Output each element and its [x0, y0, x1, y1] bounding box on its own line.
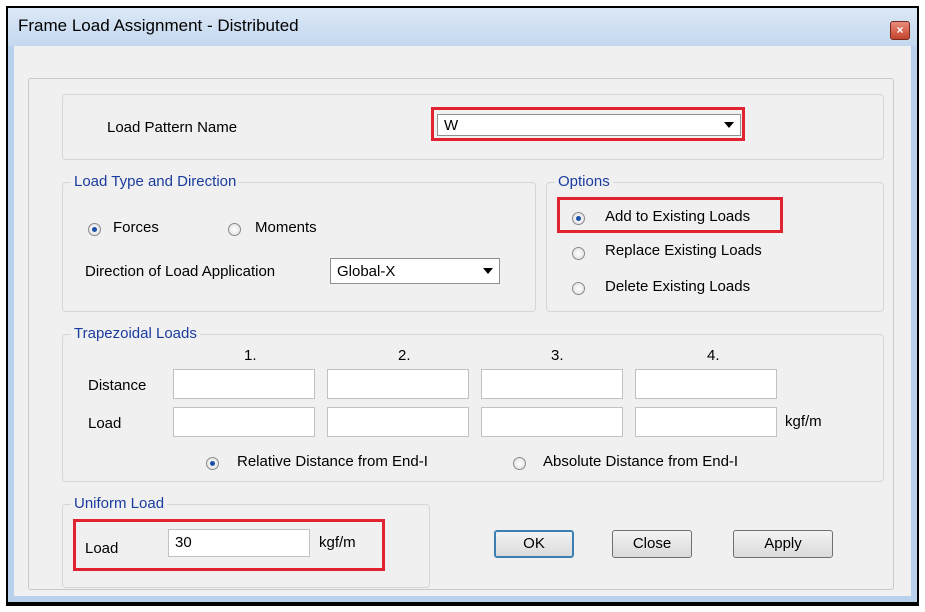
- column-header-1: 1.: [244, 347, 257, 364]
- close-button[interactable]: Close: [612, 530, 692, 558]
- replace-loads-radio[interactable]: [572, 247, 585, 260]
- uniform-load-group: Uniform Load Load 30 kgf/m: [62, 495, 430, 588]
- distance-input-4[interactable]: [635, 369, 777, 399]
- window-title: Frame Load Assignment - Distributed: [18, 16, 299, 35]
- delete-loads-label: Delete Existing Loads: [605, 278, 751, 295]
- direction-value: Global-X: [337, 263, 396, 280]
- load-input-2[interactable]: [327, 407, 469, 437]
- column-header-2: 2.: [398, 347, 411, 364]
- distance-label: Distance: [88, 377, 147, 394]
- trapezoidal-group: Trapezoidal Loads 1. 2. 3. 4. Distance L…: [62, 325, 884, 482]
- load-input-1[interactable]: [173, 407, 315, 437]
- highlight-box: [73, 519, 385, 571]
- uniform-load-title: Uniform Load: [71, 495, 168, 512]
- window-frame-bottom: [8, 596, 917, 602]
- relative-distance-label: Relative Distance from End-I: [237, 453, 428, 470]
- apply-button[interactable]: Apply: [733, 530, 833, 558]
- forces-radio[interactable]: [88, 223, 101, 236]
- column-header-4: 4.: [707, 347, 720, 364]
- load-type-title: Load Type and Direction: [71, 173, 240, 190]
- absolute-distance-radio[interactable]: [513, 457, 526, 470]
- load-input-3[interactable]: [481, 407, 623, 437]
- distance-input-2[interactable]: [327, 369, 469, 399]
- options-title: Options: [555, 173, 613, 190]
- window-frame-right: [911, 46, 917, 602]
- trapezoidal-title: Trapezoidal Loads: [71, 325, 200, 342]
- dialog-body: Load Pattern Name W Load Type and Direct…: [14, 46, 911, 596]
- distance-input-1[interactable]: [173, 369, 315, 399]
- moments-radio[interactable]: [228, 223, 241, 236]
- relative-distance-radio[interactable]: [206, 457, 219, 470]
- delete-loads-radio[interactable]: [572, 282, 585, 295]
- distance-input-3[interactable]: [481, 369, 623, 399]
- dialog-window: Frame Load Assignment - Distributed × Lo…: [6, 6, 919, 606]
- ok-button[interactable]: OK: [494, 530, 574, 558]
- highlight-box: [431, 107, 745, 141]
- close-window-icon[interactable]: ×: [890, 21, 910, 40]
- options-group: Options Add to Existing Loads Replace Ex…: [546, 173, 884, 312]
- absolute-distance-label: Absolute Distance from End-I: [543, 453, 739, 470]
- direction-label: Direction of Load Application: [85, 263, 276, 280]
- highlight-box: [557, 197, 783, 233]
- load-pattern-group: Load Pattern Name W: [62, 94, 884, 160]
- load-label: Load: [88, 415, 122, 432]
- direction-select[interactable]: Global-X: [330, 258, 500, 284]
- title-bar[interactable]: Frame Load Assignment - Distributed ×: [8, 8, 917, 46]
- chevron-down-icon: [483, 268, 493, 274]
- trapezoidal-unit: kgf/m: [785, 413, 822, 430]
- load-pattern-label: Load Pattern Name: [107, 119, 238, 136]
- load-input-4[interactable]: [635, 407, 777, 437]
- moments-label: Moments: [255, 219, 317, 236]
- load-type-group: Load Type and Direction Forces Moments D…: [62, 173, 536, 312]
- forces-label: Forces: [113, 219, 159, 236]
- replace-loads-label: Replace Existing Loads: [605, 242, 762, 259]
- column-header-3: 3.: [551, 347, 564, 364]
